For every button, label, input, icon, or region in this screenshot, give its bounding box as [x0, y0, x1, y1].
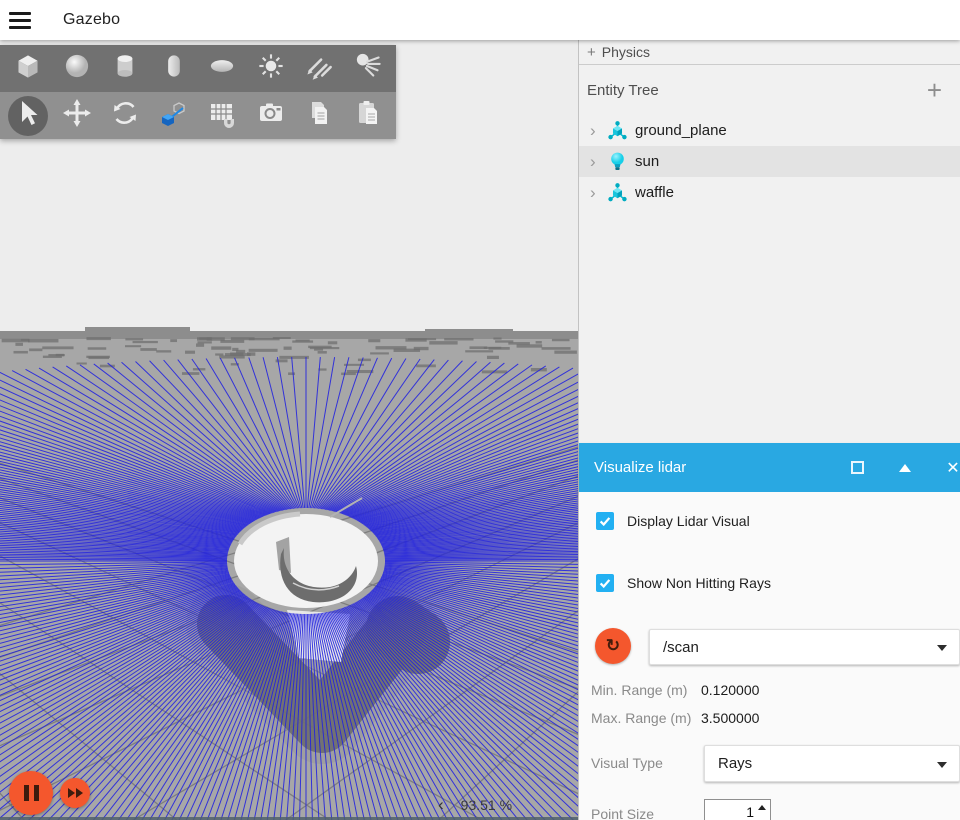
- collapse-icon[interactable]: [893, 443, 917, 492]
- tools-toolbar-row: [0, 92, 396, 139]
- add-entity-button[interactable]: +: [927, 77, 942, 103]
- rtf-expand-chevron[interactable]: ‹: [438, 796, 444, 813]
- model-icon: [606, 182, 628, 204]
- topic-dropdown-value: /scan: [663, 638, 699, 656]
- fast-forward-icon: [68, 788, 75, 798]
- max-range-row: Max. Range (m) 3.500000: [591, 710, 759, 726]
- snap-grid-icon: [205, 96, 239, 135]
- display-lidar-visual-checkbox[interactable]: Display Lidar Visual: [596, 512, 750, 530]
- min-range-label: Min. Range (m): [591, 682, 688, 698]
- capsule-tool-button[interactable]: [150, 47, 199, 91]
- checkbox-label: Display Lidar Visual: [627, 513, 750, 529]
- lidar-scene-render[interactable]: [0, 40, 578, 820]
- cylinder-icon: [107, 48, 143, 89]
- tree-item-sun[interactable]: › sun: [579, 146, 960, 177]
- panel-title: Visualize lidar: [594, 459, 687, 476]
- copy-icon: [302, 96, 336, 135]
- point-size-spinbox[interactable]: 1: [704, 799, 771, 820]
- rotate-icon: [108, 96, 142, 135]
- expand-plus-icon: +: [587, 43, 596, 61]
- copy-tool-button[interactable]: [295, 94, 344, 138]
- max-range-value: 3.500000: [701, 710, 760, 726]
- physics-label: Physics: [601, 44, 650, 60]
- title-bar: Gazebo: [0, 0, 960, 40]
- sphere-icon: [59, 48, 95, 89]
- min-range-value: 0.120000: [701, 682, 760, 698]
- entity-tree-header: Entity Tree +: [579, 65, 960, 115]
- physics-section-header[interactable]: + Physics: [579, 40, 960, 65]
- dropdown-arrow-icon: [937, 645, 947, 651]
- spot-light-icon: [350, 48, 386, 89]
- light-icon: [606, 151, 628, 173]
- paste-icon: [351, 96, 385, 135]
- shapes-toolbar-row: [0, 45, 396, 92]
- translate-tool-button[interactable]: [53, 94, 102, 138]
- align-icon: [157, 96, 191, 135]
- visual-type-dropdown[interactable]: Rays: [704, 745, 960, 782]
- scene-toolbar: [0, 45, 396, 139]
- checkbox-label: Show Non Hitting Rays: [627, 575, 771, 591]
- align-tool-button[interactable]: [150, 94, 199, 138]
- tree-item-label: sun: [635, 153, 660, 170]
- checkbox-checked-icon[interactable]: [596, 574, 614, 592]
- visual-type-label: Visual Type: [591, 755, 663, 771]
- refresh-icon: ↻: [605, 636, 621, 655]
- ellipsoid-icon: [204, 48, 240, 89]
- directional-light-tool-button[interactable]: [295, 47, 344, 91]
- rtf-display: ‹ 93.51 %: [438, 796, 513, 813]
- visualize-lidar-panel: Visualize lidar ✕ Display Lidar Visual S…: [579, 443, 960, 820]
- checkbox-checked-icon[interactable]: [596, 512, 614, 530]
- chevron-right-icon[interactable]: ›: [590, 122, 606, 139]
- point-size-value: 1: [746, 804, 754, 820]
- point-light-tool-button[interactable]: [247, 47, 296, 91]
- scene-viewport[interactable]: ‹ 93.51 %: [0, 40, 578, 820]
- snap-grid-tool-button[interactable]: [198, 94, 247, 138]
- rtf-value: 93.51 %: [460, 797, 513, 813]
- cylinder-tool-button[interactable]: [101, 47, 150, 91]
- refresh-topics-button[interactable]: ↻: [595, 628, 631, 664]
- directional-light-icon: [301, 48, 337, 89]
- app-title: Gazebo: [63, 11, 121, 28]
- capsule-icon: [156, 48, 192, 89]
- entity-tree-title: Entity Tree: [587, 81, 659, 99]
- box-tool-button[interactable]: [4, 47, 53, 91]
- close-icon[interactable]: ✕: [941, 443, 960, 492]
- point-size-label: Point Size: [591, 806, 655, 820]
- screenshot-tool-button[interactable]: [247, 94, 296, 138]
- tree-item-ground-plane[interactable]: › ground_plane: [579, 115, 960, 146]
- spin-up-icon[interactable]: [758, 805, 766, 810]
- float-window-icon[interactable]: [845, 443, 869, 492]
- pause-icon: [23, 785, 29, 801]
- spot-light-tool-button[interactable]: [344, 47, 393, 91]
- visual-type-value: Rays: [718, 755, 753, 772]
- tree-item-label: waffle: [635, 184, 674, 201]
- model-icon: [606, 120, 628, 142]
- box-icon: [10, 48, 46, 89]
- min-range-row: Min. Range (m) 0.120000: [591, 682, 759, 698]
- rotate-tool-button[interactable]: [101, 94, 150, 138]
- right-panel: + Physics Entity Tree + › ground_plane ›…: [578, 40, 960, 820]
- pause-button[interactable]: [9, 771, 53, 815]
- step-forward-button[interactable]: [60, 778, 90, 808]
- tree-item-label: ground_plane: [635, 122, 727, 139]
- select-tool-button[interactable]: [4, 94, 53, 138]
- tree-item-waffle[interactable]: › waffle: [579, 177, 960, 208]
- chevron-right-icon[interactable]: ›: [590, 153, 606, 170]
- paste-tool-button[interactable]: [344, 94, 393, 138]
- visualize-lidar-header[interactable]: Visualize lidar ✕: [579, 443, 960, 492]
- ellipsoid-tool-button[interactable]: [198, 47, 247, 91]
- sphere-tool-button[interactable]: [53, 47, 102, 91]
- max-range-label: Max. Range (m): [591, 710, 692, 726]
- menu-icon[interactable]: [0, 0, 40, 40]
- dropdown-arrow-icon: [937, 761, 947, 768]
- screenshot-icon: [254, 96, 288, 135]
- show-non-hitting-rays-checkbox[interactable]: Show Non Hitting Rays: [596, 574, 771, 592]
- point-light-icon: [253, 48, 289, 89]
- topic-dropdown[interactable]: /scan: [649, 629, 960, 665]
- visualize-lidar-body: Display Lidar Visual Show Non Hitting Ra…: [579, 492, 960, 820]
- chevron-right-icon[interactable]: ›: [590, 184, 606, 201]
- translate-icon: [60, 96, 94, 135]
- select-icon: [11, 96, 45, 135]
